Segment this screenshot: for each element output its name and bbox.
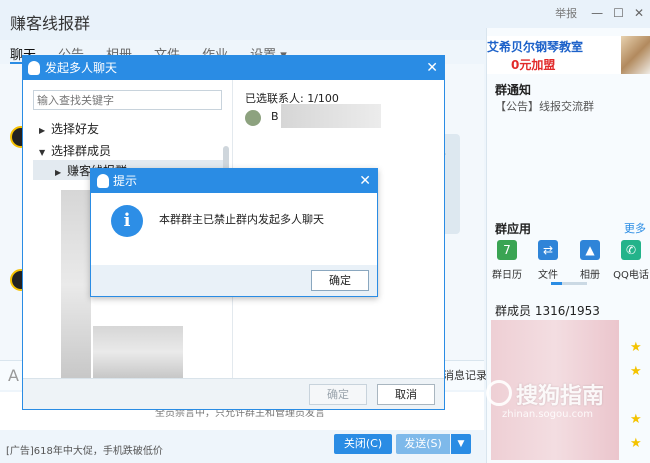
dialog-close-icon[interactable]: ✕ (426, 56, 438, 80)
confirm-button[interactable]: 确定 (309, 384, 367, 405)
apps-title: 群应用 (495, 222, 532, 236)
apps-more-link[interactable]: 更多 (624, 220, 646, 236)
notice-text[interactable]: 【公告】线报交流群 (495, 98, 594, 114)
dialog-footer: 确定 取消 (23, 378, 444, 409)
phone-icon: ✆ (621, 240, 641, 260)
avatar (245, 110, 261, 126)
ad-title: 艾希贝尔钢琴教室 (487, 40, 584, 54)
star-icon: ★ (630, 364, 642, 379)
photo-icon: ▲ (580, 240, 600, 260)
send-button[interactable]: 发送(S) (396, 434, 450, 454)
close-icon[interactable]: ✕ (634, 6, 644, 20)
tree-item-group-members[interactable]: ▼ 选择群成员 (39, 142, 111, 159)
blurred-members (93, 326, 183, 378)
chevron-down-icon: ▼ (39, 148, 46, 157)
font-icon[interactable]: A (8, 366, 19, 385)
app-phone[interactable]: ✆ QQ电话 (611, 240, 650, 281)
alert-message: 本群群主已禁止群内发起多人聊天 (159, 213, 324, 226)
tree-item-label: 选择好友 (51, 122, 100, 136)
watermark-url: zhinan.sogou.com (502, 409, 594, 420)
tree-item-friends[interactable]: ▶ 选择好友 (39, 120, 99, 137)
qq-penguin-icon (97, 174, 109, 188)
app-album[interactable]: ▲ 相册 (570, 240, 610, 281)
app-label: QQ电话 (613, 270, 649, 281)
alert-ok-button[interactable]: 确定 (311, 270, 369, 291)
alert-title: 提示 (91, 169, 377, 193)
window-controls: 举报 — ☐ ✕ (555, 5, 644, 21)
blurred-members (61, 190, 91, 380)
dialog-title: 发起多人聊天 (23, 56, 444, 80)
app-label: 相册 (580, 270, 600, 281)
tree-item-label: 选择群成员 (51, 144, 112, 158)
minimize-icon[interactable]: — (591, 6, 603, 20)
send-options-icon[interactable]: ▼ (451, 434, 471, 454)
group-name: 赚客线报群 (10, 14, 91, 33)
alert-close-icon[interactable]: ✕ (359, 169, 371, 193)
members-count: 群成员 1316/1953 (495, 304, 600, 318)
app-label: 文件 (538, 270, 558, 281)
cancel-button[interactable]: 取消 (377, 384, 435, 405)
info-icon: i (111, 205, 143, 237)
report-button[interactable]: 举报 (555, 5, 577, 21)
star-icon: ★ (630, 436, 642, 451)
watermark-logo-icon (486, 380, 512, 406)
chevron-right-icon: ▶ (39, 126, 46, 135)
search-input[interactable] (33, 90, 222, 110)
maximize-icon[interactable]: ☐ (613, 6, 624, 20)
star-icon: ★ (630, 340, 642, 355)
alert-footer: 确定 (91, 265, 377, 296)
selected-contact-name: B (271, 110, 279, 123)
blurred-name (281, 104, 381, 128)
app-calendar[interactable]: 7 群日历 (487, 240, 527, 281)
apps-pager (551, 282, 587, 285)
calendar-icon: 7 (497, 240, 517, 260)
ad-subtitle: 0元加盟 (511, 58, 556, 72)
file-icon: ⇄ (538, 240, 558, 260)
selected-contacts: 已选联系人: 1/100 B (245, 90, 381, 128)
ad-image (621, 36, 650, 74)
star-icon: ★ (630, 412, 642, 427)
app-file[interactable]: ⇄ 文件 (528, 240, 568, 281)
watermark: 搜狗指南 (516, 384, 605, 409)
notice-title: 群通知 (495, 83, 532, 97)
qq-penguin-icon (28, 61, 40, 75)
close-button[interactable]: 关闭(C) (334, 434, 392, 454)
alert-dialog: 提示 ✕ i 本群群主已禁止群内发起多人聊天 确定 (90, 168, 378, 297)
app-label: 群日历 (492, 270, 522, 281)
chevron-right-icon: ▶ (55, 168, 62, 177)
ad-link[interactable]: [广告]618年中大促，手机跌破低价 (6, 442, 163, 457)
ad-banner[interactable]: 艾希贝尔钢琴教室 0元加盟 (487, 36, 650, 74)
